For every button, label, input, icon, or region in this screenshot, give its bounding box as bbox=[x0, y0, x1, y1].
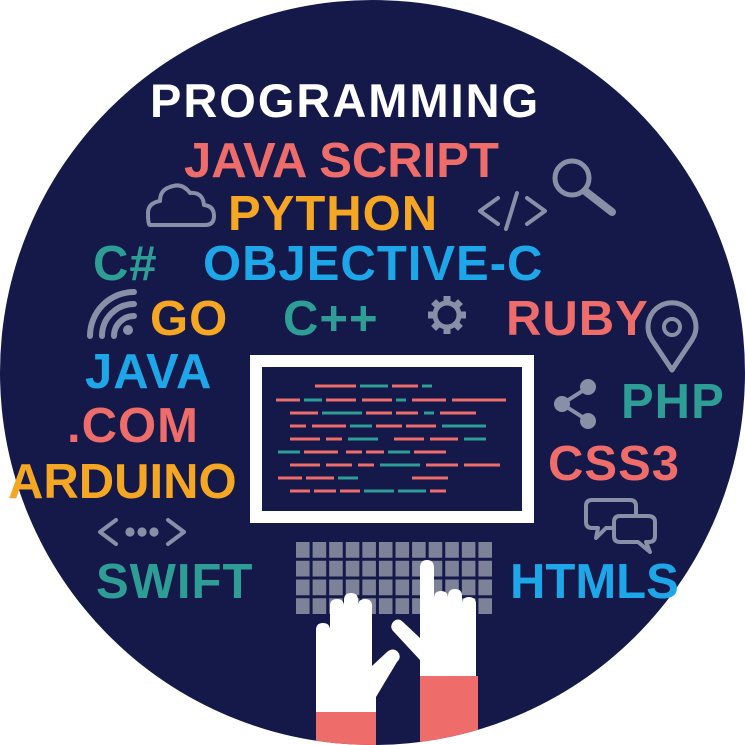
keyboard-key bbox=[395, 598, 410, 614]
keyboard-key bbox=[362, 579, 376, 596]
keyboard-key bbox=[412, 542, 426, 558]
keyboard-key bbox=[378, 598, 393, 614]
keyboard-key bbox=[445, 542, 459, 558]
label-dotcom: .COM bbox=[67, 399, 199, 453]
keyboard-key bbox=[296, 560, 310, 577]
title-programming: PROGRAMMING bbox=[150, 74, 541, 127]
label-ruby: RUBY bbox=[506, 292, 649, 346]
label-cpp: C++ bbox=[283, 292, 379, 346]
label-arduino: ARDUINO bbox=[8, 455, 237, 509]
keyboard-key bbox=[461, 542, 476, 558]
keyboard-key bbox=[461, 579, 476, 596]
keyboard-key bbox=[312, 598, 327, 614]
label-php: PHP bbox=[621, 375, 725, 429]
keyboard-key bbox=[378, 560, 393, 577]
keyboard-key bbox=[329, 579, 343, 596]
label-swift: SWIFT bbox=[96, 555, 254, 609]
keyboard-key bbox=[329, 542, 343, 558]
keyboard-key bbox=[478, 598, 492, 614]
keyboard-key bbox=[428, 542, 443, 558]
keyboard-key bbox=[461, 560, 476, 577]
label-css3: CSS3 bbox=[548, 437, 681, 491]
label-html5: HTMLS bbox=[510, 555, 679, 609]
keyboard-key bbox=[478, 579, 492, 596]
label-python: PYTHON bbox=[228, 187, 439, 241]
keyboard-key bbox=[312, 579, 327, 596]
keyboard-key bbox=[362, 542, 376, 558]
keyboard-key bbox=[296, 579, 310, 596]
monitor-icon bbox=[250, 355, 534, 523]
label-go: GO bbox=[150, 292, 229, 346]
keyboard-key bbox=[345, 542, 360, 558]
programming-illustration: PROGRAMMING JAVA SCRIPT PYTHON C# OBJECT… bbox=[0, 0, 745, 745]
keyboard-key bbox=[296, 542, 310, 558]
keyboard-key bbox=[395, 542, 410, 558]
keyboard-key bbox=[296, 598, 310, 614]
keyboard-key bbox=[312, 542, 327, 558]
label-javascript: JAVA SCRIPT bbox=[184, 134, 499, 188]
label-csharp: C# bbox=[93, 237, 158, 291]
keyboard-key bbox=[478, 560, 492, 577]
keyboard-key bbox=[345, 579, 360, 596]
keyboard-key bbox=[329, 560, 343, 577]
label-objective-c: OBJECTIVE-C bbox=[203, 237, 544, 291]
keyboard-key bbox=[378, 579, 393, 596]
keyboard-key bbox=[345, 560, 360, 577]
keyboard-key bbox=[445, 560, 459, 577]
keyboard-key bbox=[362, 560, 376, 577]
keyboard-key bbox=[395, 560, 410, 577]
keyboard-key bbox=[312, 560, 327, 577]
keyboard-key bbox=[395, 579, 410, 596]
keyboard-key bbox=[478, 542, 492, 558]
keyboard-key bbox=[378, 542, 393, 558]
label-java: JAVA bbox=[85, 345, 213, 399]
